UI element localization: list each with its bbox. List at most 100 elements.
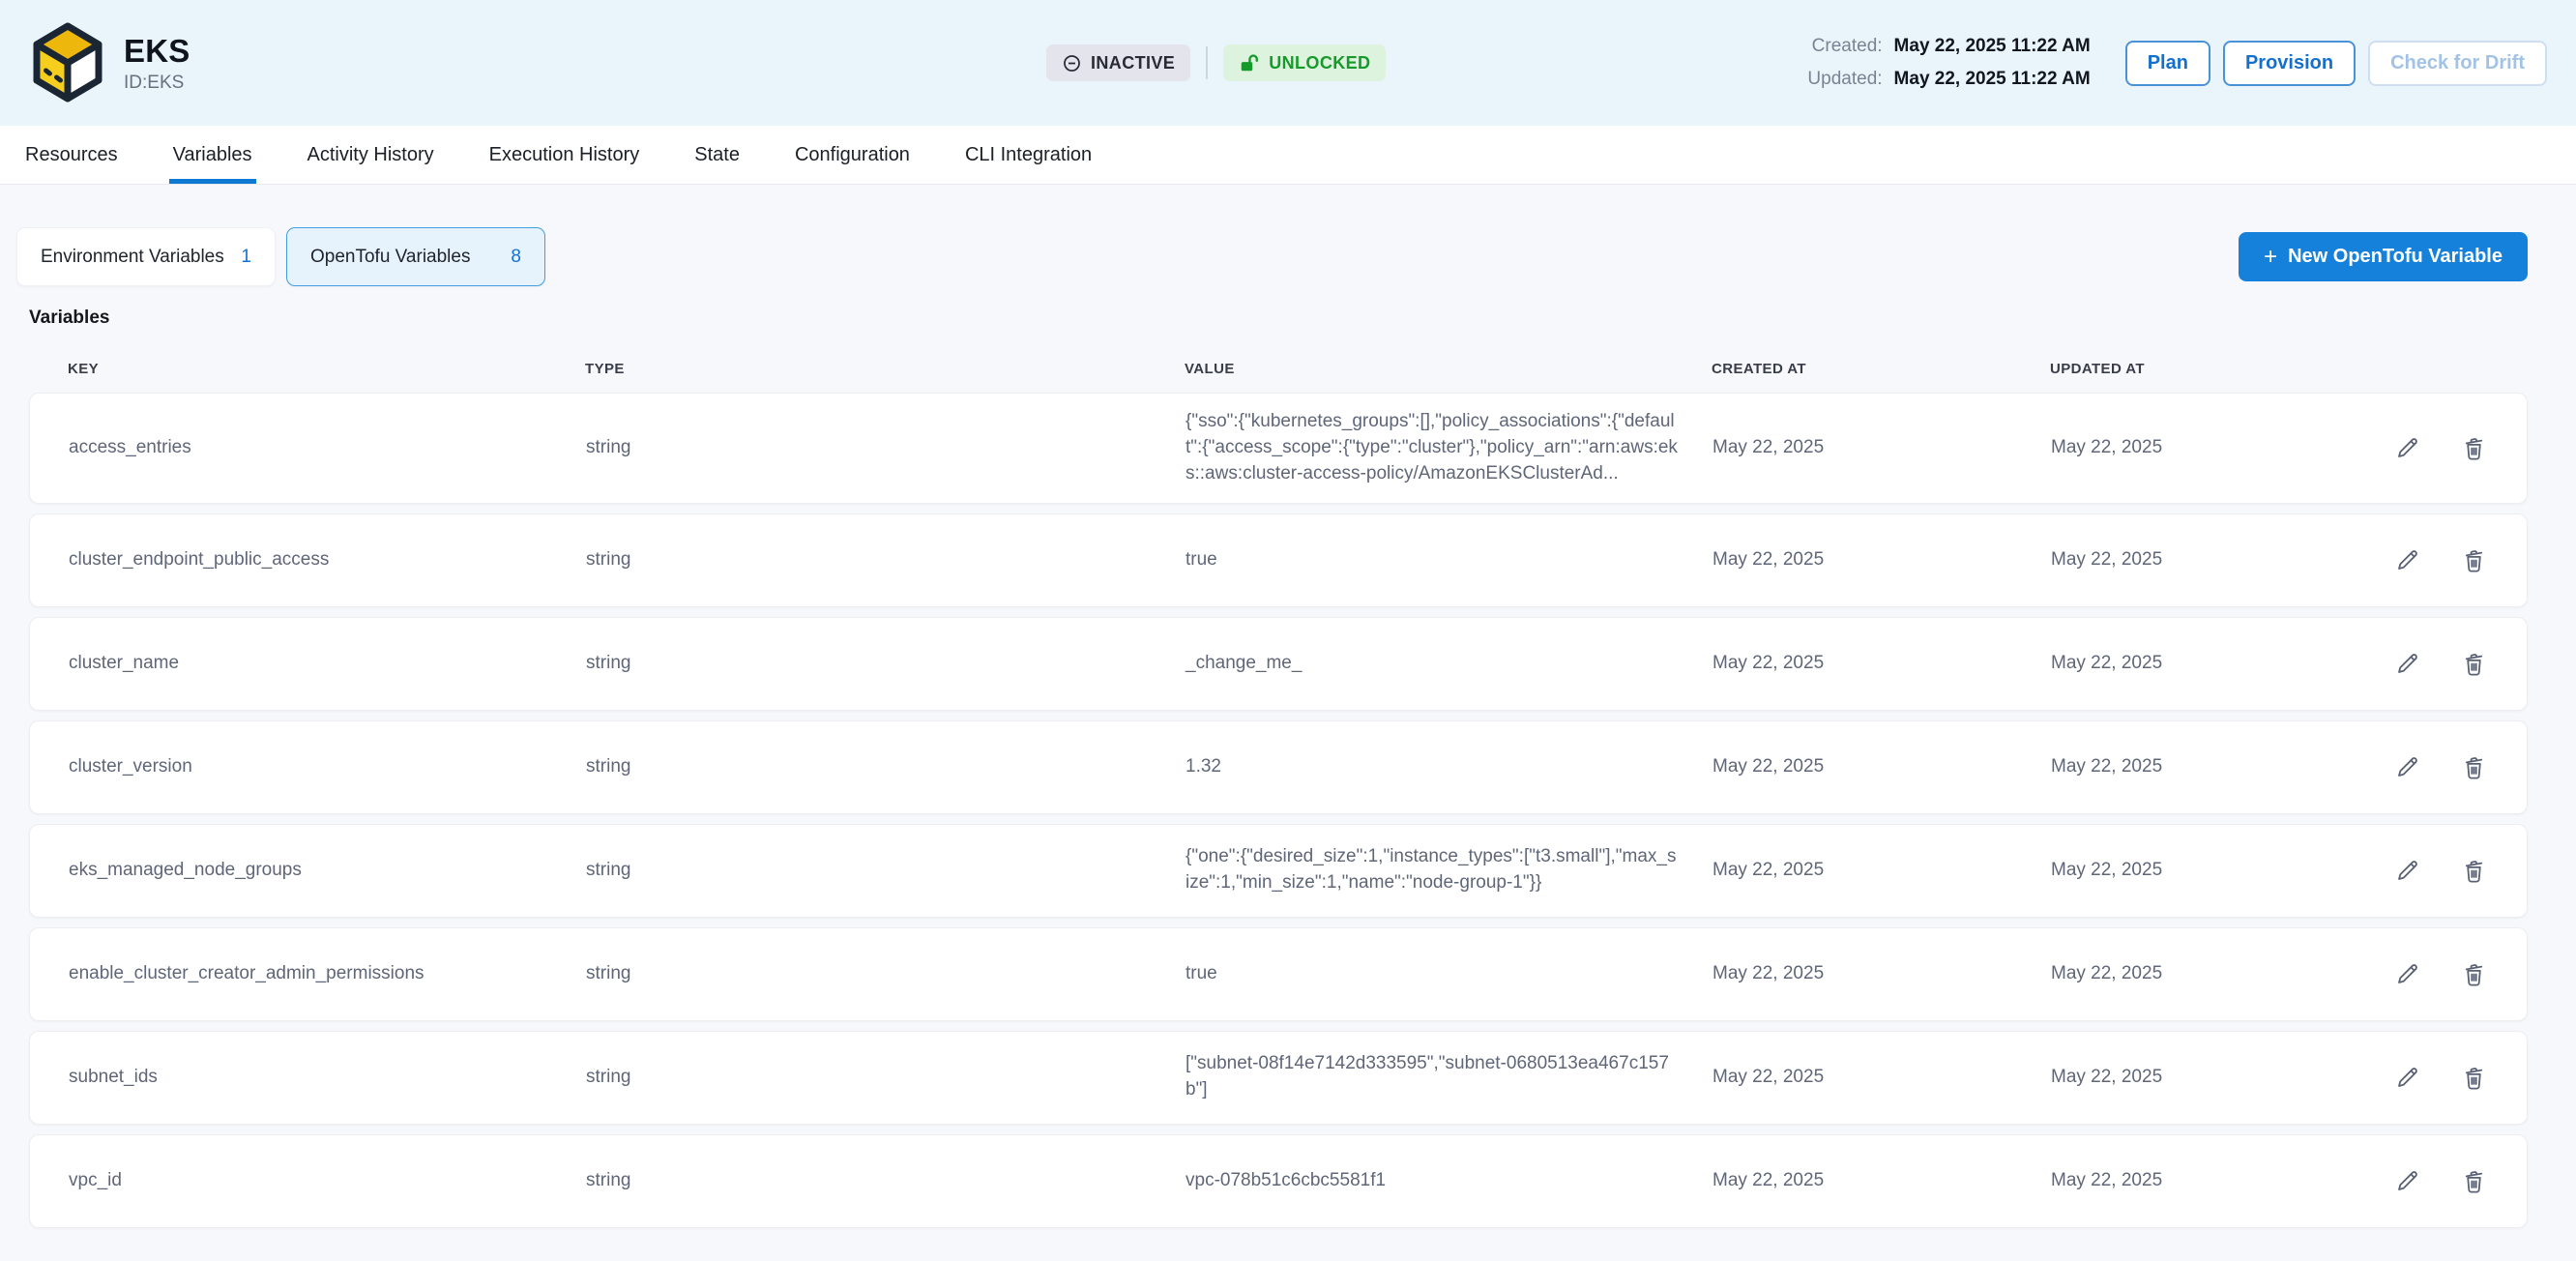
variable-created-at: May 22, 2025 [1712,963,2051,984]
header-actions: Plan Provision Check for Drift [2125,41,2547,86]
table-row: cluster_version string 1.32 May 22, 2025… [29,720,2528,814]
tab-configuration[interactable]: Configuration [795,126,910,184]
tab-resources[interactable]: Resources [25,126,118,184]
pencil-icon [2393,1064,2421,1092]
pencil-icon [2393,434,2421,462]
tab-state[interactable]: State [694,126,740,184]
variable-value: 1.32 [1186,754,1712,780]
circle-minus-icon [1062,53,1082,73]
lock-status-label: UNLOCKED [1269,53,1370,73]
delete-variable-button[interactable] [2460,546,2488,574]
variable-value: _change_me_ [1186,651,1712,677]
variable-key: vpc_id [69,1170,586,1191]
plan-button[interactable]: Plan [2125,41,2210,86]
pencil-icon [2393,753,2421,781]
new-opentofu-variable-button[interactable]: + New OpenTofu Variable [2239,232,2528,281]
trash-icon [2460,1064,2488,1092]
tab-execution-history[interactable]: Execution History [489,126,640,184]
delete-variable-button[interactable] [2460,1064,2488,1092]
trash-icon [2460,960,2488,988]
created-value: May 22, 2025 11:22 AM [1894,36,2091,57]
variable-type: string [586,756,1186,777]
variable-created-at: May 22, 2025 [1712,549,2051,571]
resource-header: EKS ID:EKS INACTIVE UNLOCKED Created: Ma… [0,0,2576,126]
timestamps: Created: May 22, 2025 11:22 AM Updated: … [1807,36,2090,90]
table-header: Key Type Value Created At Updated At [29,344,2528,393]
check-for-drift-button[interactable]: Check for Drift [2368,41,2547,86]
resource-brand: EKS ID:EKS [29,20,190,105]
tab-variables[interactable]: Variables [173,126,252,184]
variable-updated-at: May 22, 2025 [2051,756,2370,777]
opentofu-cube-logo [29,20,106,105]
variables-page: Environment Variables 1 OpenTofu Variabl… [0,227,2576,1228]
subtab-environment-variables[interactable]: Environment Variables 1 [16,227,276,286]
table-row: subnet_ids string ["subnet-08f14e7142d33… [29,1031,2528,1125]
table-row: cluster_name string _change_me_ May 22, … [29,617,2528,711]
variable-type: string [586,437,1186,458]
section-title: Variables [29,308,2528,329]
edit-variable-button[interactable] [2393,857,2421,885]
lock-status-badge: UNLOCKED [1223,44,1386,81]
variable-type: string [586,963,1186,984]
variable-value: ["subnet-08f14e7142d333595","subnet-0680… [1186,1051,1712,1103]
delete-variable-button[interactable] [2460,650,2488,678]
subtab-label: Environment Variables [41,247,224,268]
page-title: EKS [124,33,190,70]
column-header-type: Type [585,361,1185,377]
variable-key: cluster_name [69,653,586,674]
pencil-icon [2393,857,2421,885]
updated-value: May 22, 2025 11:22 AM [1894,69,2091,90]
variable-updated-at: May 22, 2025 [2051,653,2370,674]
edit-variable-button[interactable] [2393,960,2421,988]
delete-variable-button[interactable] [2460,960,2488,988]
subtab-opentofu-variables[interactable]: OpenTofu Variables 8 [286,227,545,286]
tab-cli-integration[interactable]: CLI Integration [965,126,1092,184]
table-row: eks_managed_node_groups string {"one":{"… [29,824,2528,918]
edit-variable-button[interactable] [2393,1167,2421,1195]
edit-variable-button[interactable] [2393,650,2421,678]
delete-variable-button[interactable] [2460,434,2488,462]
variable-key: cluster_version [69,756,586,777]
variable-value: true [1186,961,1712,987]
subtab-count: 8 [511,247,521,268]
delete-variable-button[interactable] [2460,753,2488,781]
resource-id: ID:EKS [124,73,190,94]
created-label: Created: [1807,36,1882,57]
main-tabs: Resources Variables Activity History Exe… [0,126,2576,185]
provision-button[interactable]: Provision [2223,41,2356,86]
pencil-icon [2393,650,2421,678]
lock-open-icon [1239,53,1260,73]
table-row: vpc_id string vpc-078b51c6cbc5581f1 May … [29,1134,2528,1228]
delete-variable-button[interactable] [2460,1167,2488,1195]
variable-type-switcher: Environment Variables 1 OpenTofu Variabl… [16,227,2528,286]
edit-variable-button[interactable] [2393,434,2421,462]
delete-variable-button[interactable] [2460,857,2488,885]
table-row: enable_cluster_creator_admin_permissions… [29,927,2528,1021]
variable-updated-at: May 22, 2025 [2051,963,2370,984]
plus-icon: + [2264,246,2277,269]
variable-updated-at: May 22, 2025 [2051,437,2370,458]
variable-value: true [1186,547,1712,573]
variable-type: string [586,549,1186,571]
table-row: access_entries string {"sso":{"kubernete… [29,393,2528,504]
variable-key: access_entries [69,437,586,458]
variable-key: enable_cluster_creator_admin_permissions [69,963,586,984]
variable-key: subnet_ids [69,1067,586,1088]
variable-updated-at: May 22, 2025 [2051,1170,2370,1191]
variables-table: access_entries string {"sso":{"kubernete… [29,393,2528,1228]
status-badges: INACTIVE UNLOCKED [1046,44,1386,81]
variable-value: {"sso":{"kubernetes_groups":[],"policy_a… [1186,409,1712,487]
column-header-value: Value [1185,361,1712,377]
variable-value: vpc-078b51c6cbc5581f1 [1186,1168,1712,1194]
variable-key: cluster_endpoint_public_access [69,549,586,571]
variable-created-at: May 22, 2025 [1712,756,2051,777]
tab-activity-history[interactable]: Activity History [307,126,434,184]
edit-variable-button[interactable] [2393,1064,2421,1092]
edit-variable-button[interactable] [2393,753,2421,781]
variable-updated-at: May 22, 2025 [2051,1067,2370,1088]
variable-created-at: May 22, 2025 [1712,653,2051,674]
variable-created-at: May 22, 2025 [1712,437,2051,458]
table-row: cluster_endpoint_public_access string tr… [29,513,2528,607]
variable-type: string [586,1170,1186,1191]
edit-variable-button[interactable] [2393,546,2421,574]
